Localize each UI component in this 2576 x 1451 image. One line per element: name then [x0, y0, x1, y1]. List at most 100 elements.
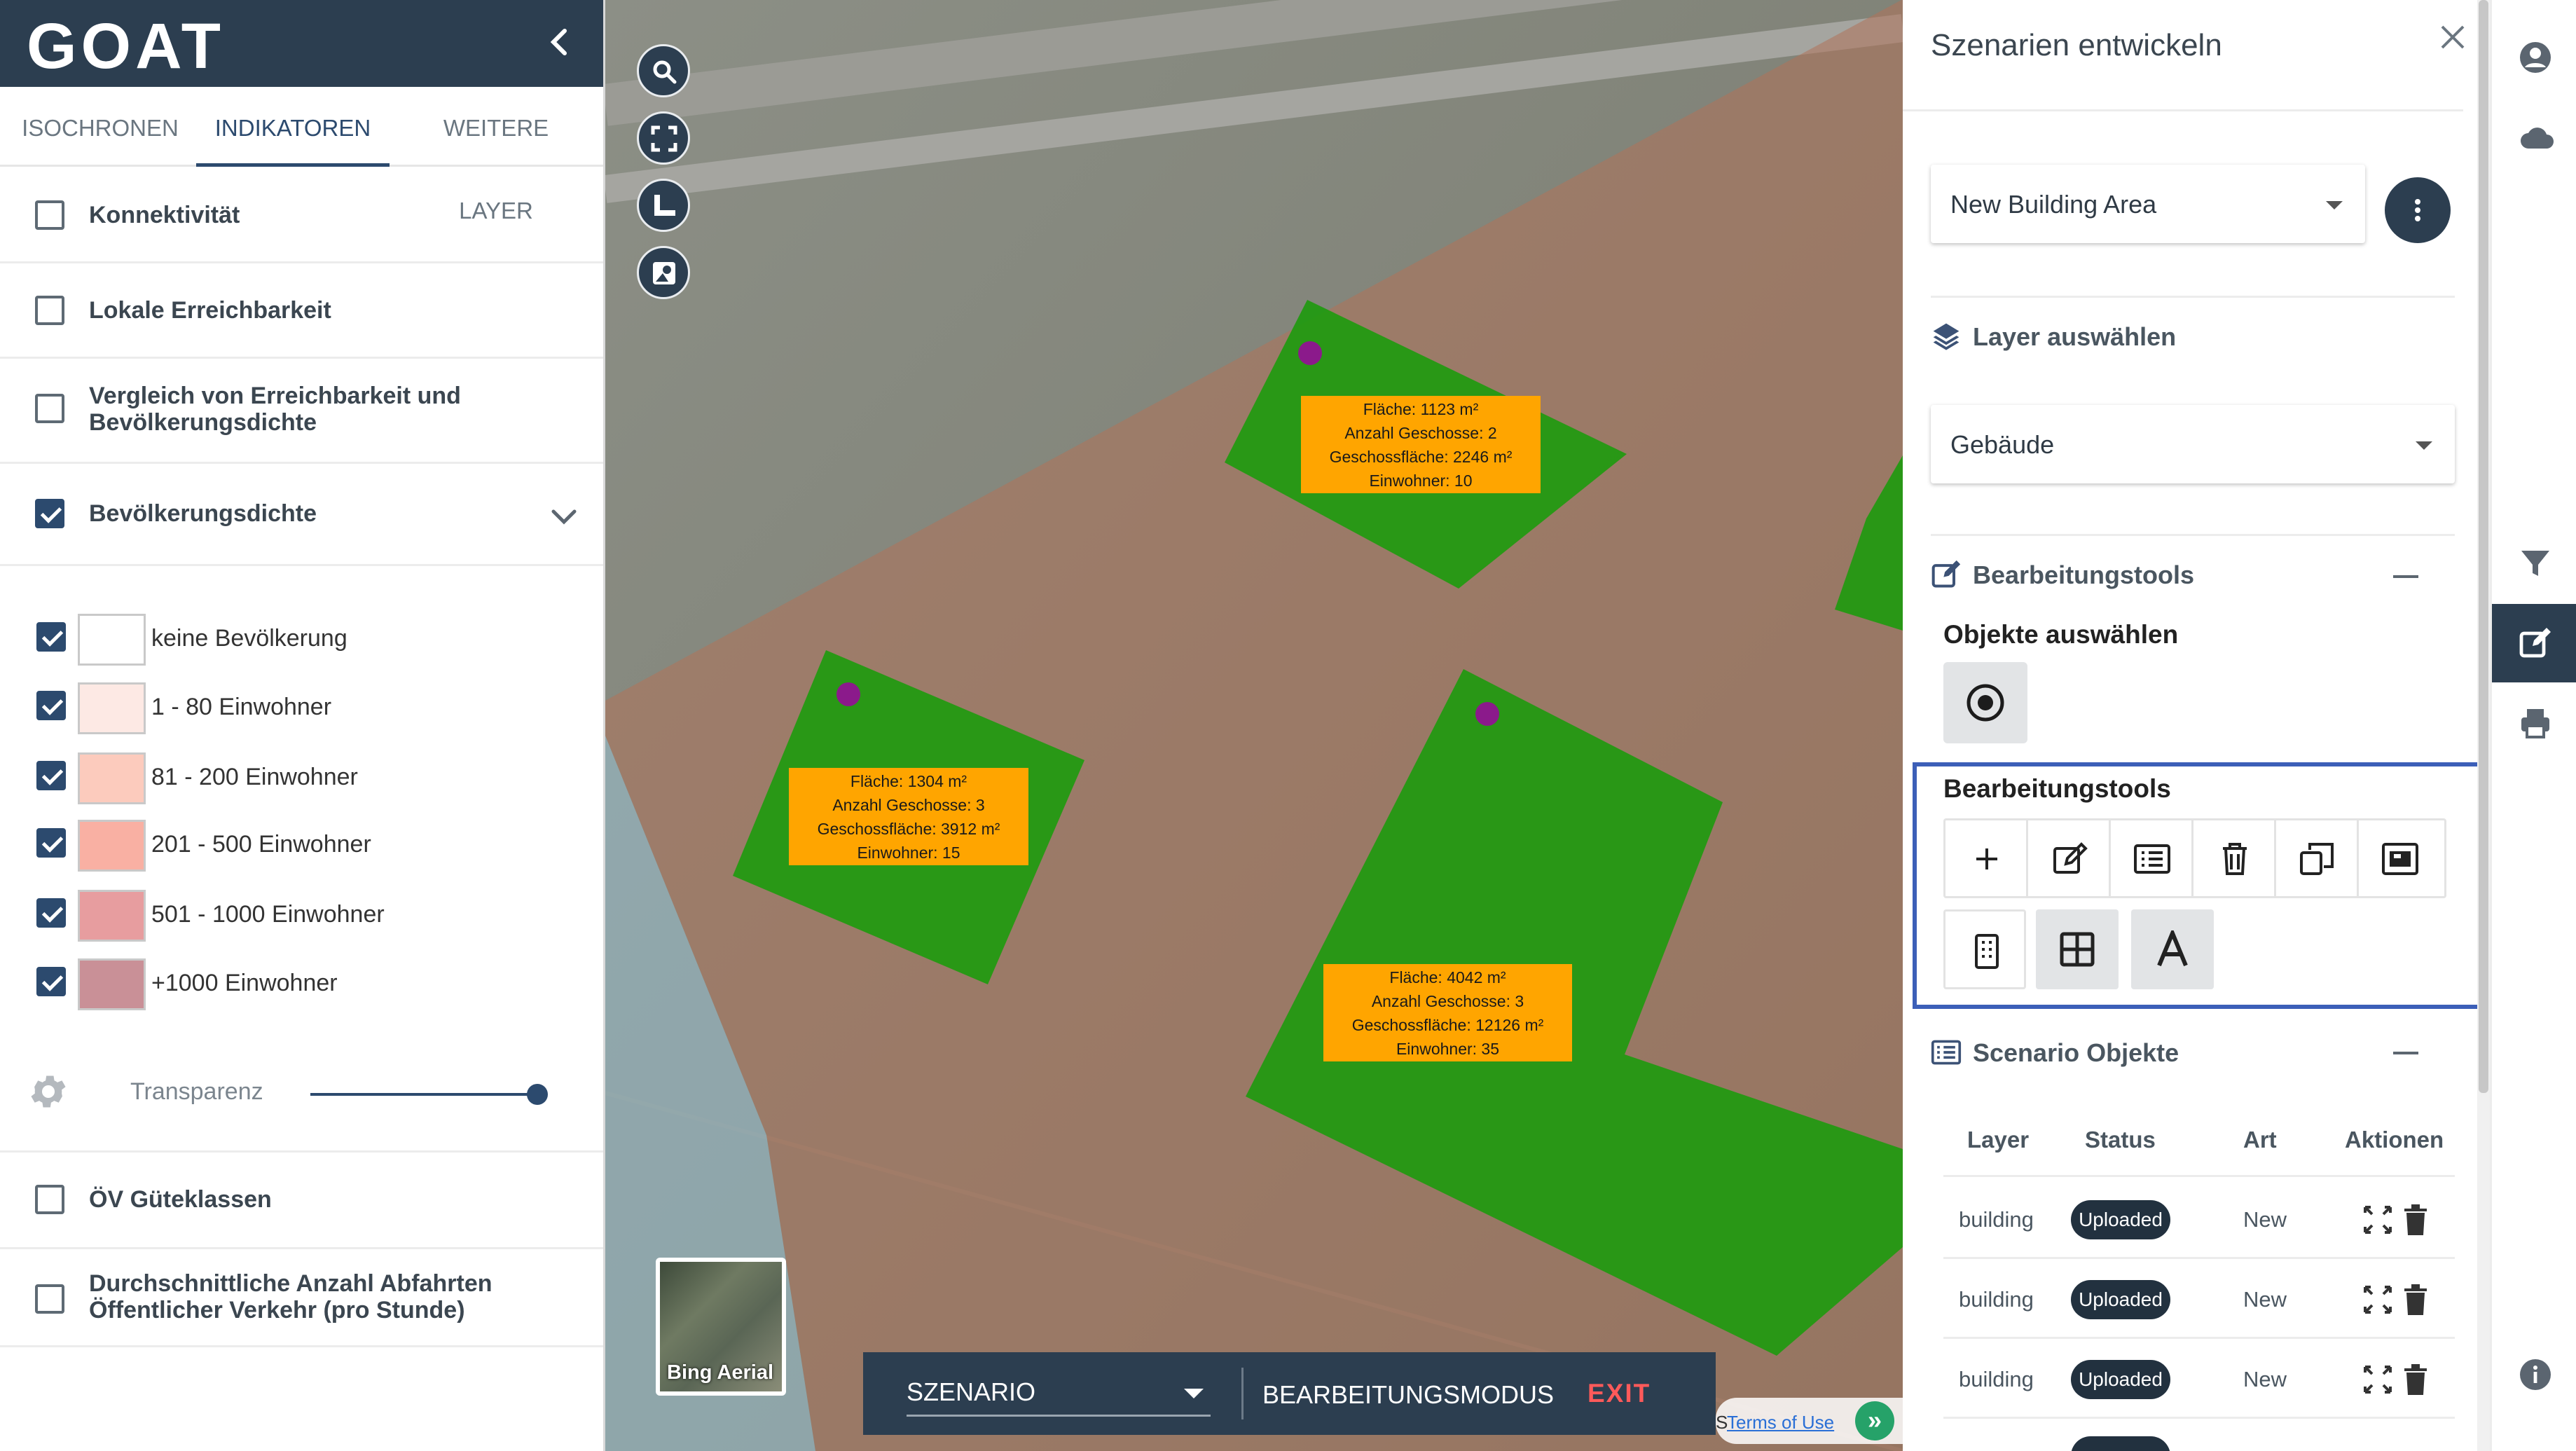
legend-item[interactable]: 201 - 500 Einwohner: [0, 814, 603, 872]
collapse-icon[interactable]: [2393, 575, 2418, 578]
legend-swatch: [78, 820, 146, 872]
scenario-edit-button[interactable]: [2492, 604, 2576, 682]
attribution-text: S: [1716, 1412, 1728, 1433]
print-button[interactable]: [2492, 684, 2576, 762]
layer-dropdown[interactable]: Gebäude: [1931, 405, 2455, 483]
legend-item[interactable]: 1 - 80 Einwohner: [0, 677, 603, 734]
cell-layer: building: [1959, 1207, 2034, 1232]
text-icon: [2157, 930, 2188, 967]
indicator-bevoelkerungsdichte[interactable]: Bevölkerungsdichte: [0, 464, 603, 566]
modify-feature-button[interactable]: [2028, 820, 2111, 896]
checkbox[interactable]: [35, 499, 64, 528]
vertex-marker[interactable]: [836, 682, 860, 706]
image-tool-button[interactable]: [2359, 820, 2441, 896]
transparency-slider-thumb[interactable]: [527, 1084, 548, 1105]
delete-feature-button[interactable]: [2193, 820, 2276, 896]
label-geschosse: Anzahl Geschosse: 3: [832, 796, 985, 814]
table-row[interactable]: building Uploaded New: [1943, 1259, 2455, 1339]
attribute-table-button[interactable]: [2111, 820, 2193, 896]
legend-item[interactable]: keine Bevölkerung: [0, 608, 603, 666]
feature-label: Fläche: 4042 m² Anzahl Geschosse: 3 Gesc…: [1323, 964, 1572, 1061]
checkbox[interactable]: [35, 200, 64, 230]
cloud-icon: [2521, 128, 2554, 149]
indicator-konnektivitaet[interactable]: Konnektivität: [0, 167, 603, 263]
column-header: Art: [2243, 1127, 2277, 1153]
basemap-switcher[interactable]: Bing Aerial: [656, 1258, 786, 1396]
zoom-to-icon[interactable]: [2362, 1364, 2393, 1395]
label-flaeche: Fläche: 4042 m²: [1389, 968, 1506, 986]
filter-button[interactable]: [2492, 524, 2576, 603]
checkbox[interactable]: [36, 828, 66, 858]
more-options-button[interactable]: [2385, 177, 2451, 243]
edit-tools-label: Bearbeitungstools: [1943, 774, 2171, 803]
terms-of-use-link[interactable]: Terms of Use: [1727, 1412, 1834, 1433]
checkbox[interactable]: [36, 691, 66, 720]
building-tool-button[interactable]: [1943, 909, 2026, 989]
indicator-lokale-erreichbarkeit[interactable]: Lokale Erreichbarkeit: [0, 263, 603, 359]
label-flaeche: Fläche: 1304 m²: [850, 772, 967, 790]
label-einwohner: Einwohner: 15: [857, 844, 960, 862]
select-object-tool[interactable]: [1943, 662, 2027, 743]
label-geschosse: Anzahl Geschosse: 2: [1344, 424, 1497, 442]
legend-item[interactable]: 81 - 200 Einwohner: [0, 747, 603, 804]
edit-tools-row: [1943, 818, 2446, 898]
trash-icon[interactable]: [2403, 1363, 2428, 1396]
checkbox[interactable]: [35, 296, 64, 325]
map-canvas[interactable]: [605, 0, 1903, 1451]
measure-button[interactable]: [637, 179, 690, 232]
vertex-marker[interactable]: [1475, 702, 1499, 726]
collapse-icon[interactable]: [2393, 1052, 2418, 1054]
cloud-button[interactable]: [2492, 98, 2576, 177]
map-view[interactable]: Fläche: 1123 m² Anzahl Geschosse: 2 Gesc…: [605, 0, 1903, 1451]
table-row[interactable]: building Uploaded New: [1943, 1179, 2455, 1259]
tab-isochronen[interactable]: ISOCHRONEN: [13, 87, 188, 167]
checkbox[interactable]: [35, 1185, 64, 1214]
checkbox[interactable]: [36, 622, 66, 652]
scenario-dropdown[interactable]: New Building Area: [1931, 165, 2365, 243]
indicator-label-line2: Öffentlicher Verkehr (pro Stunde): [89, 1297, 465, 1323]
trash-icon[interactable]: [2403, 1203, 2428, 1237]
indicator-abfahrten[interactable]: Durchschnittliche Anzahl Abfahrten Öffen…: [0, 1249, 603, 1347]
account-button[interactable]: [2492, 18, 2576, 97]
collapse-panel-button[interactable]: [539, 21, 581, 63]
layers-icon: [1933, 323, 1959, 350]
info-button[interactable]: [2492, 1335, 2576, 1414]
checkbox[interactable]: [36, 898, 66, 928]
label-geschossflaeche: Geschossfläche: 3912 m²: [817, 820, 1000, 838]
legend-item[interactable]: +1000 Einwohner: [0, 953, 603, 1010]
checkbox[interactable]: [36, 967, 66, 996]
chevron-left-icon: [550, 29, 567, 55]
scenario-select[interactable]: SZENARIO: [907, 1366, 1211, 1417]
indicator-vergleich[interactable]: Vergleich von Erreichbarkeit und Bevölke…: [0, 359, 603, 464]
transparency-slider-track[interactable]: [310, 1093, 538, 1096]
grid-tool-button[interactable]: [2036, 909, 2119, 989]
ruler-icon: [654, 195, 675, 216]
exit-button[interactable]: EXIT: [1587, 1379, 1651, 1408]
tab-weitere-layer[interactable]: WEITERE LAYER: [404, 87, 588, 224]
zoom-to-icon[interactable]: [2362, 1284, 2393, 1315]
text-tool-button[interactable]: [2131, 909, 2214, 989]
search-button[interactable]: [637, 44, 690, 97]
checkbox[interactable]: [35, 1284, 64, 1314]
vertex-marker[interactable]: [1298, 341, 1322, 365]
table-row[interactable]: building Uploaded New: [1943, 1339, 2455, 1419]
close-icon[interactable]: [2435, 20, 2470, 55]
indicator-oev-gueteklassen[interactable]: ÖV Güteklassen: [0, 1153, 603, 1249]
fullscreen-button[interactable]: [637, 111, 690, 165]
objects-table-header: Layer Status Art Aktionen: [1943, 1121, 2455, 1177]
scrollbar-thumb[interactable]: [2479, 0, 2488, 1093]
copy-feature-button[interactable]: [2276, 820, 2359, 896]
trash-icon[interactable]: [2403, 1283, 2428, 1316]
tab-indikatoren[interactable]: INDIKATOREN: [196, 87, 390, 167]
building-icon: [1975, 934, 1999, 969]
add-feature-button[interactable]: [1945, 820, 2028, 896]
gear-icon[interactable]: [27, 1070, 70, 1113]
layer-section-title: Layer auswählen: [1973, 322, 2177, 351]
zoom-to-icon[interactable]: [2362, 1204, 2393, 1235]
legend-item[interactable]: 501 - 1000 Einwohner: [0, 884, 603, 942]
attribution-toggle-button[interactable]: »: [1855, 1401, 1894, 1440]
chevron-down-icon[interactable]: [546, 499, 581, 534]
checkbox[interactable]: [35, 394, 64, 423]
map-tools-button[interactable]: [637, 246, 690, 299]
checkbox[interactable]: [36, 761, 66, 790]
